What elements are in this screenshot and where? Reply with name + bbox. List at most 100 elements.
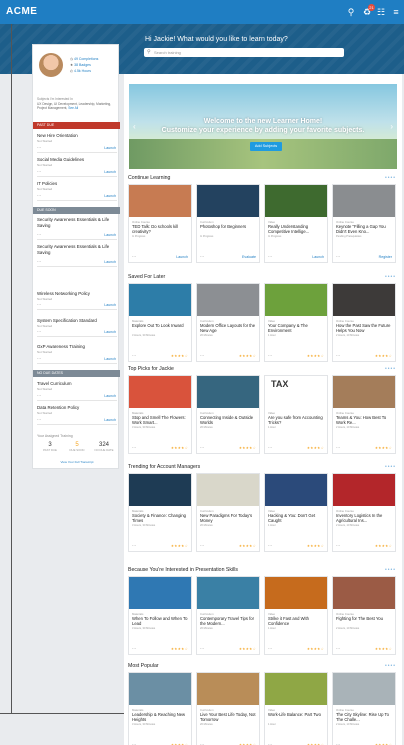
card-title[interactable]: Teams & You: How Best To Work Re... <box>336 415 394 425</box>
add-subjects-button[interactable]: Add Subjects <box>250 142 282 151</box>
card-thumbnail[interactable] <box>129 284 191 316</box>
sidebar-item[interactable]: System Specification Standard Not Starte… <box>37 318 117 337</box>
card-thumbnail[interactable] <box>265 185 327 217</box>
card-thumbnail[interactable] <box>333 673 395 705</box>
sidebar-item[interactable]: Security Awareness Essentials & Life Sav… <box>37 244 117 267</box>
launch-button[interactable]: Launch <box>104 303 116 307</box>
notifications-icon[interactable]: ♻ 21 <box>360 4 375 19</box>
course-card[interactable]: Video Work-Life Balance: Part Two 1 Hour ··… <box>264 672 328 745</box>
card-more[interactable]: ··· <box>132 254 136 259</box>
card-more[interactable]: ··· <box>132 543 136 548</box>
assigned-no-due[interactable]: 324 NO DUE DATE <box>91 442 117 452</box>
sidebar-item[interactable]: Security Awareness Essentials & Life Sav… <box>37 217 117 240</box>
menu-icon[interactable]: ≡ <box>389 5 403 19</box>
completions-stat[interactable]: ◷ 49 Completions <box>70 57 98 61</box>
card-more[interactable]: ··· <box>336 646 340 651</box>
course-card[interactable]: Materials When To Follow and When To Lead… <box>128 576 192 655</box>
sidebar-item[interactable]: IT Policies Not Started ··· Launch <box>37 181 117 201</box>
course-card[interactable]: Online Course The City Skyline: Rise Up T… <box>332 672 396 745</box>
card-title[interactable]: Explore Out To Look Inward <box>132 323 190 328</box>
card-more[interactable]: ··· <box>268 445 272 450</box>
card-title[interactable]: Are you safe from Accounting Tricks? <box>268 415 326 425</box>
card-more[interactable]: ··· <box>200 254 204 259</box>
course-card[interactable]: Video Your Company & The Environment 1 Hou… <box>264 283 328 362</box>
carousel-dots[interactable]: •••• <box>385 366 396 372</box>
hours-stat[interactable]: ◴ 4.5k Hours <box>70 69 91 73</box>
card-more[interactable]: ··· <box>336 353 340 358</box>
course-card[interactable]: Online Course Fighting for The Best You 2 … <box>332 576 396 655</box>
card-title[interactable]: Modern Office Layouts for the New Age <box>200 323 258 333</box>
badges-stat[interactable]: ★ 38 Badges <box>70 63 91 67</box>
course-card[interactable]: Curriculum Contemporary Travel Tips for t… <box>196 576 260 655</box>
card-title[interactable]: Strike it Fast and With Confidence <box>268 616 326 626</box>
course-card[interactable]: Online Course How the Past Saw the Future… <box>332 283 396 362</box>
sidebar-item[interactable]: Travel Curriculum Not Started ··· Launch <box>37 381 117 401</box>
course-card[interactable]: Video Strike it Fast and With Confidence 1… <box>264 576 328 655</box>
launch-button[interactable]: Launch <box>104 418 116 422</box>
card-title[interactable]: New Paradigms For Today's Money <box>200 513 258 523</box>
launch-button[interactable]: Launch <box>104 394 116 398</box>
course-card[interactable]: Online Course Keynote "Filling a Gap You … <box>332 184 396 263</box>
card-thumbnail[interactable] <box>333 577 395 609</box>
card-title[interactable]: Leadership & Reaching New Heights <box>132 712 190 722</box>
card-thumbnail[interactable] <box>265 577 327 609</box>
view-transcript-link[interactable]: View Your Full Transcript <box>37 460 117 464</box>
card-title[interactable]: Society & Finance: Changing Times <box>132 513 190 523</box>
carousel-dots[interactable]: •••• <box>385 175 396 181</box>
card-thumbnail[interactable] <box>265 673 327 705</box>
carousel-dots[interactable]: •••• <box>385 663 396 669</box>
card-thumbnail[interactable]: TAX <box>265 376 327 408</box>
carousel-dots[interactable]: •••• <box>385 464 396 470</box>
card-title[interactable]: Hacking & You: Don't Get Caught <box>268 513 326 523</box>
card-thumbnail[interactable] <box>333 185 395 217</box>
launch-button[interactable]: Launch <box>104 233 116 237</box>
card-thumbnail[interactable] <box>129 185 191 217</box>
card-title[interactable]: Keynote "Filling a Gap You Didn't Even K… <box>336 224 394 234</box>
card-more[interactable]: ··· <box>336 543 340 548</box>
sidebar-item[interactable]: New Hire Orientation Not Started ··· Lau… <box>37 133 117 153</box>
course-card[interactable]: Online Course TED Talk: Do schools kill c… <box>128 184 192 263</box>
card-more[interactable]: ··· <box>200 445 204 450</box>
card-title[interactable]: Really Understanding Competitive Intelli… <box>268 224 326 234</box>
course-card[interactable]: Materials Stop and Smell The Flowers: Wor… <box>128 375 192 454</box>
card-title[interactable]: Your Company & The Environment <box>268 323 326 333</box>
sidebar-item[interactable]: Wireless Networking Policy Not Started ·… <box>37 291 117 310</box>
course-card[interactable]: Curriculum Live Your Best Life Today, Not… <box>196 672 260 745</box>
search-icon[interactable]: ⚲ <box>344 5 358 19</box>
card-title[interactable]: Inventory Logistics In the Agricultural … <box>336 513 394 523</box>
card-more[interactable]: ··· <box>268 646 272 651</box>
course-card[interactable]: Online Course Inventory Logistics In the … <box>332 473 396 552</box>
course-card[interactable]: Curriculum Photoshop for Beginners In Prog… <box>196 184 260 263</box>
card-more[interactable]: ··· <box>132 353 136 358</box>
sidebar-item[interactable]: Social Media Guidelines Not Started ··· … <box>37 157 117 177</box>
card-title[interactable]: Live Your Best Life Today, Not Tomorrow <box>200 712 258 722</box>
card-more[interactable]: ··· <box>132 646 136 651</box>
card-more[interactable]: ··· <box>336 254 340 259</box>
card-action-button[interactable]: Register <box>379 255 392 259</box>
course-card[interactable]: TAX Video Are you safe from Accounting Tri… <box>264 375 328 454</box>
card-title[interactable]: The City Skyline: Rise Up To The Challe.… <box>336 712 394 722</box>
course-card[interactable]: Curriculum Modern Office Layouts for the … <box>196 283 260 362</box>
card-thumbnail[interactable] <box>197 284 259 316</box>
course-card[interactable]: Video Really Understanding Competitive In… <box>264 184 328 263</box>
card-thumbnail[interactable] <box>333 284 395 316</box>
launch-button[interactable]: Launch <box>104 170 116 174</box>
card-more[interactable]: ··· <box>200 353 204 358</box>
card-title[interactable]: TED Talk: Do schools kill creativity? <box>132 224 190 234</box>
card-title[interactable]: Connecting Inside & Outside Worlds <box>200 415 258 425</box>
search-input[interactable]: ⚲ Search training <box>144 48 344 57</box>
sidebar-item[interactable]: Data Retention Policy Not Started ··· La… <box>37 405 117 425</box>
card-action-button[interactable]: Evaluate <box>242 255 256 259</box>
course-card[interactable]: Materials Society & Finance: Changing Tim… <box>128 473 192 552</box>
course-card[interactable]: Materials Explore Out To Look Inward 3 Hou… <box>128 283 192 362</box>
launch-button[interactable]: Launch <box>104 357 116 361</box>
card-thumbnail[interactable] <box>265 474 327 506</box>
course-card[interactable]: Curriculum Connecting Inside & Outside Wo… <box>196 375 260 454</box>
launch-button[interactable]: Launch <box>104 146 116 150</box>
card-title[interactable]: How the Past Saw the Future Helps You No… <box>336 323 394 333</box>
card-action-button[interactable]: Launch <box>176 255 188 259</box>
card-thumbnail[interactable] <box>197 673 259 705</box>
card-title[interactable]: Stop and Smell The Flowers: Work Smart..… <box>132 415 190 425</box>
assigned-due-soon[interactable]: 5 DUE SOON <box>64 442 90 452</box>
card-title[interactable]: Contemporary Travel Tips for the Modern.… <box>200 616 258 626</box>
